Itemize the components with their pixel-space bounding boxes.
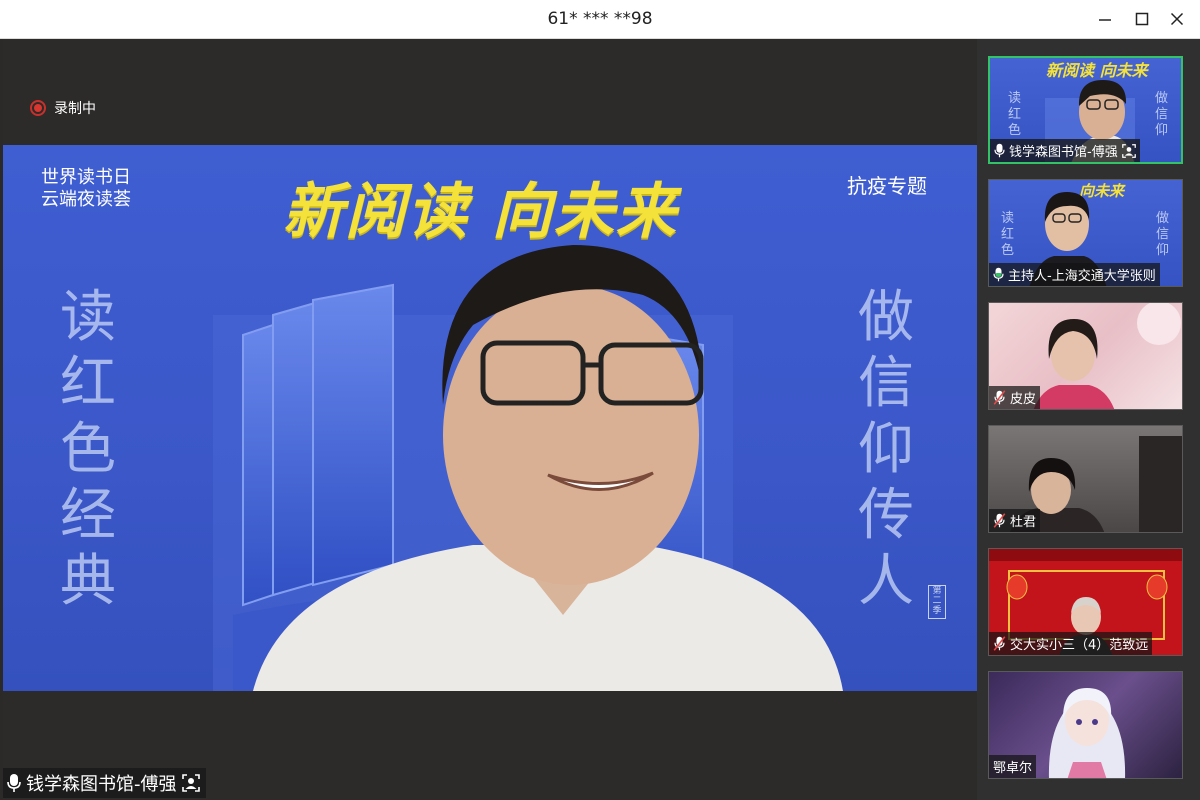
speaker-name: 钱学森图书馆-傅强 [26, 774, 177, 795]
recording-label: 录制中 [54, 101, 96, 117]
title-bar: 61* *** **98 [0, 0, 1200, 39]
main-video-area: 录制中 世界读书日 云端夜读荟 新阅读 向未来 抗疫专题 读 红 色 经 典 做… [3, 39, 977, 800]
participant-tile-host[interactable]: 向未来 读 红 色 做 信 仰 主持人-上海交通大学张则 [988, 179, 1183, 287]
microphone-active-icon [993, 267, 1004, 282]
microphone-muted-icon [993, 636, 1006, 651]
svg-text:色: 色 [1008, 122, 1021, 138]
microphone-muted-icon [993, 390, 1006, 405]
participant-name: 皮皮 [1010, 392, 1037, 407]
participant-tile-fu-qiang[interactable]: 新阅读 向未来 读 红 色 做 信 仰 钱学森图书馆-傅强 [988, 56, 1183, 164]
maximize-button[interactable] [1130, 8, 1154, 30]
speaker-video[interactable]: 世界读书日 云端夜读荟 新阅读 向未来 抗疫专题 读 红 色 经 典 做 信 仰… [3, 145, 977, 691]
participant-tile-pipi[interactable]: 皮皮 [988, 302, 1183, 410]
recording-indicator[interactable]: 录制中 [30, 98, 96, 118]
close-button[interactable] [1165, 8, 1189, 30]
participant-name: 交大实小三（4）范致远 [1010, 638, 1149, 653]
close-icon [1170, 12, 1184, 26]
tile-label: 鄂卓尔 [989, 755, 1037, 778]
minimize-button[interactable] [1093, 8, 1117, 30]
tile-label: 交大实小三（4）范致远 [989, 632, 1153, 655]
svg-text:信: 信 [1155, 107, 1168, 122]
svg-text:读: 读 [1008, 91, 1021, 106]
microphone-icon [7, 774, 21, 792]
svg-text:做: 做 [1155, 91, 1168, 106]
portrait-icon [1121, 143, 1136, 158]
tile-label: 主持人-上海交通大学张则 [989, 263, 1160, 286]
svg-text:做: 做 [1156, 211, 1169, 226]
tile-label: 杜君 [989, 509, 1041, 532]
participant-name: 主持人-上海交通大学张则 [1008, 269, 1156, 284]
tile-label: 钱学森图书馆-傅强 [990, 139, 1140, 162]
svg-text:色: 色 [1001, 242, 1014, 258]
svg-text:红: 红 [1008, 106, 1021, 122]
participant-name: 杜君 [1010, 515, 1037, 530]
microphone-icon [994, 143, 1005, 158]
window-title: 61* *** **98 [547, 9, 653, 29]
svg-text:新阅读 向未来: 新阅读 向未来 [1046, 61, 1150, 80]
tile-label: 皮皮 [989, 386, 1041, 409]
svg-text:红: 红 [1001, 226, 1014, 242]
svg-text:仰: 仰 [1155, 123, 1168, 138]
svg-text:向未来: 向未来 [1079, 182, 1126, 200]
portrait-icon [181, 774, 200, 792]
participant-name: 钱学森图书馆-傅强 [1009, 145, 1118, 160]
svg-text:读: 读 [1001, 211, 1014, 226]
participant-name: 鄂卓尔 [993, 761, 1033, 776]
participant-tile-dujun[interactable]: 杜君 [988, 425, 1183, 533]
svg-text:仰: 仰 [1156, 243, 1169, 258]
record-icon [30, 100, 46, 116]
speaker-name-bar: 钱学森图书馆-傅强 [3, 768, 206, 798]
speaker-figure [253, 245, 843, 691]
participant-tile-fan-zhiyuan[interactable]: 交大实小三（4）范致远 [988, 548, 1183, 656]
participant-sidebar: 新阅读 向未来 读 红 色 做 信 仰 钱学森图书馆-傅强 向未来 读 红 色 … [977, 39, 1200, 800]
microphone-muted-icon [993, 513, 1006, 528]
svg-text:信: 信 [1156, 227, 1169, 242]
participant-tile-e-zhuoer[interactable]: 鄂卓尔 [988, 671, 1183, 779]
minimize-icon [1099, 19, 1111, 21]
maximize-icon [1135, 12, 1149, 26]
